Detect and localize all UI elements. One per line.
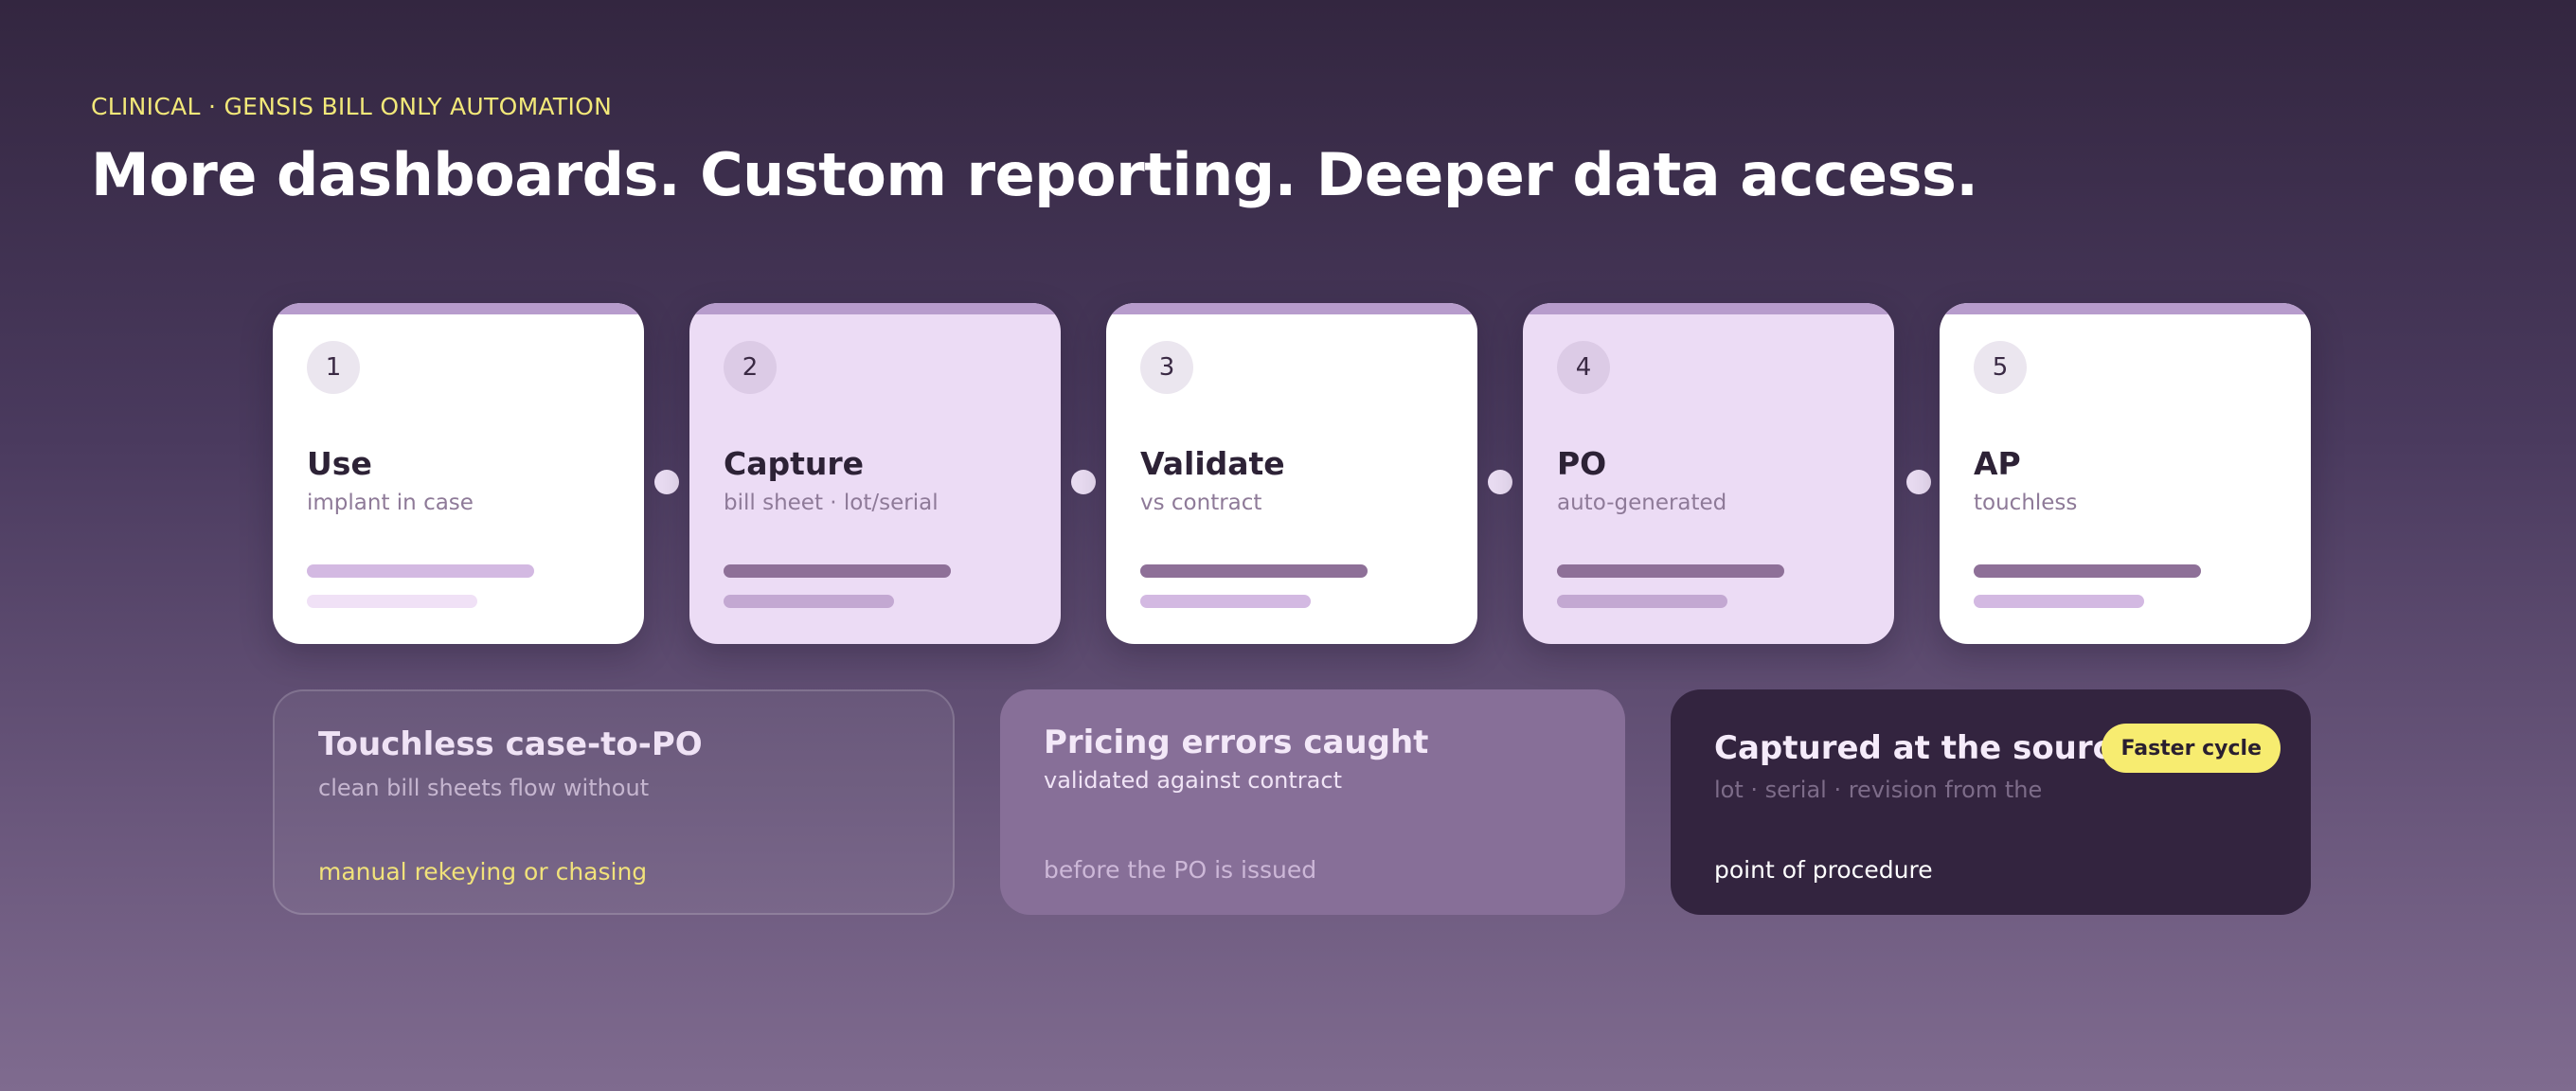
step-subtitle: touchless [1974,491,2078,515]
step-card-po: 4 PO auto-generated [1523,303,1894,644]
placeholder-bar [307,564,534,578]
connector-dot [1906,470,1931,494]
step-title: Validate [1140,445,1285,482]
outcome-title: Captured at the source [1714,729,2134,767]
step-number-badge: 2 [724,341,777,394]
step-subtitle: auto-generated [1557,491,1727,515]
step-number-badge: 3 [1140,341,1193,394]
step-card-use: 1 Use implant in case [273,303,644,644]
connector-dot [1488,470,1512,494]
step-title: Use [307,445,372,482]
placeholder-bar [307,595,477,608]
outcome-title: Touchless case-to-PO [318,725,703,763]
placeholder-bar [1557,595,1727,608]
step-title: AP [1974,445,2021,482]
outcome-footer: manual rekeying or chasing [318,858,648,885]
placeholder-bar [1974,564,2201,578]
outcome-footer: before the PO is issued [1044,856,1317,884]
outcome-subtitle: validated against contract [1044,767,1342,794]
card-top-accent [1940,303,2311,314]
placeholder-bar [724,595,894,608]
page-title: More dashboards. Custom reporting. Deepe… [91,140,1978,209]
card-top-accent [689,303,1061,314]
step-number-badge: 5 [1974,341,2027,394]
outcome-card-touchless: Touchless case-to-PO clean bill sheets f… [273,689,955,915]
placeholder-bar [1974,595,2144,608]
step-card-ap: 5 AP touchless [1940,303,2311,644]
outcome-footer: point of procedure [1714,856,1933,884]
placeholder-bar [724,564,951,578]
card-top-accent [1523,303,1894,314]
placeholder-bar [1557,564,1784,578]
card-top-accent [273,303,644,314]
faster-cycle-badge: Faster cycle [2102,724,2281,773]
outcome-card-source: Captured at the source lot · serial · re… [1671,689,2311,915]
outcome-card-pricing: Pricing errors caught validated against … [1000,689,1625,915]
step-title: PO [1557,445,1607,482]
step-subtitle: implant in case [307,491,474,515]
step-number-badge: 4 [1557,341,1610,394]
outcome-subtitle: clean bill sheets flow without [318,775,650,801]
card-top-accent [1106,303,1477,314]
outcome-title: Pricing errors caught [1044,724,1429,761]
step-subtitle: bill sheet · lot/serial [724,491,939,515]
connector-dot [1071,470,1096,494]
step-card-capture: 2 Capture bill sheet · lot/serial [689,303,1061,644]
outcome-subtitle: lot · serial · revision from the [1714,777,2043,803]
eyebrow-label: CLINICAL · GENSIS BILL ONLY AUTOMATION [91,93,613,120]
placeholder-bar [1140,564,1368,578]
connector-dot [654,470,679,494]
step-number-badge: 1 [307,341,360,394]
step-subtitle: vs contract [1140,491,1262,515]
step-card-validate: 3 Validate vs contract [1106,303,1477,644]
step-title: Capture [724,445,865,482]
placeholder-bar [1140,595,1311,608]
